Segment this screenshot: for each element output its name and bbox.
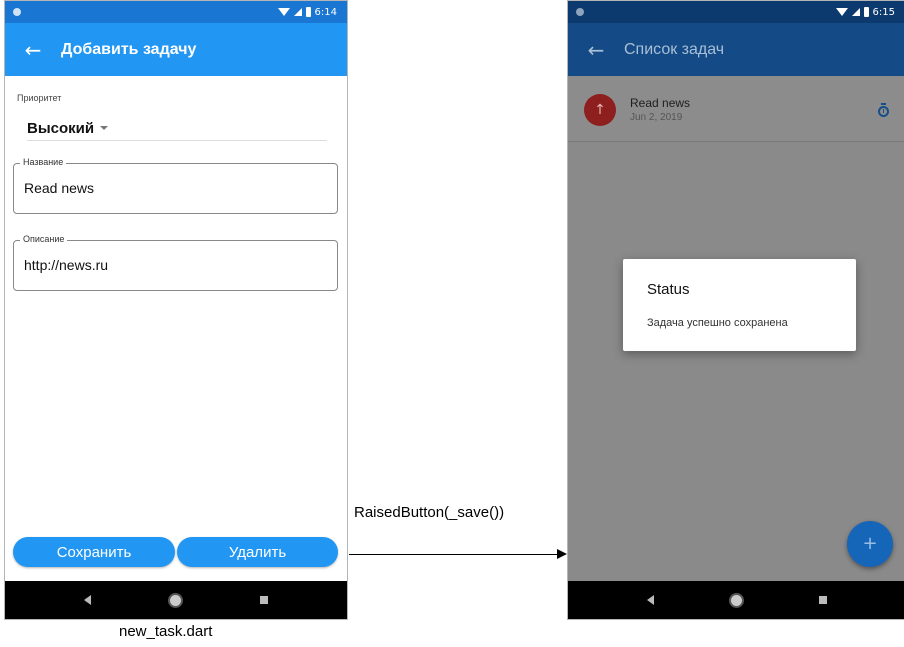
signal-icon	[851, 8, 860, 16]
timer-icon[interactable]	[878, 103, 889, 117]
add-task-fab[interactable]: +	[847, 521, 893, 567]
app-bar: ← Добавить задачу	[5, 23, 347, 76]
back-arrow-icon[interactable]: ←	[568, 38, 624, 62]
status-dialog: Status Задача успешно сохранена	[623, 259, 856, 351]
status-bar: 6:15	[568, 1, 904, 23]
battery-icon	[863, 7, 869, 17]
page-title: Добавить задачу	[61, 40, 197, 58]
status-time: 6:15	[872, 6, 895, 18]
task-title: Read news	[630, 96, 691, 110]
battery-icon	[305, 7, 311, 17]
task-list-item[interactable]: ↑ Read news Jun 2, 2019	[568, 77, 904, 142]
dialog-title: Status	[647, 281, 690, 298]
file-caption: new_task.dart	[119, 623, 213, 640]
task-name-label: Название	[20, 157, 67, 167]
arrow-head-icon	[557, 549, 567, 559]
wifi-icon	[835, 8, 848, 16]
task-list-screen: 6:15 ← Список задач ↑ Read news Jun 2, 2…	[567, 0, 904, 620]
priority-label: Приоритет	[17, 93, 62, 103]
status-time: 6:14	[314, 6, 337, 18]
delete-button[interactable]: Удалить	[177, 537, 338, 567]
task-description-label: Описание	[20, 234, 68, 244]
system-nav-bar	[5, 581, 347, 619]
new-task-screen: 6:14 ← Добавить задачу Приоритет Высокий…	[4, 0, 348, 620]
arrow-label: RaisedButton(_save())	[354, 504, 505, 521]
app-bar: ← Список задач	[568, 23, 904, 76]
notification-dot-icon	[576, 8, 584, 16]
nav-recents-icon[interactable]	[818, 596, 827, 604]
task-name-value: Read news	[24, 180, 95, 196]
transition-arrow	[349, 554, 557, 555]
task-name-field[interactable]: Название Read news	[13, 157, 338, 214]
back-arrow-icon[interactable]: ←	[5, 38, 61, 62]
task-date: Jun 2, 2019	[630, 112, 683, 123]
nav-recents-icon[interactable]	[259, 596, 268, 604]
page-title: Список задач	[624, 40, 725, 58]
nav-back-icon[interactable]	[646, 595, 654, 605]
nav-back-icon[interactable]	[84, 595, 92, 605]
nav-home-icon[interactable]	[730, 594, 742, 606]
priority-dropdown[interactable]: Высокий	[27, 116, 327, 141]
task-description-field[interactable]: Описание http://news.ru	[13, 234, 338, 291]
wifi-icon	[277, 8, 290, 16]
save-button[interactable]: Сохранить	[13, 537, 175, 567]
status-bar: 6:14	[5, 1, 347, 23]
notification-dot-icon	[13, 8, 21, 16]
system-nav-bar	[568, 581, 904, 619]
dialog-message: Задача успешно сохранена	[647, 317, 788, 329]
nav-home-icon[interactable]	[169, 594, 181, 606]
signal-icon	[293, 8, 302, 16]
priority-value: Высокий	[27, 119, 95, 137]
task-description-value: http://news.ru	[24, 257, 109, 273]
dropdown-caret-icon	[100, 126, 109, 130]
priority-up-arrow-icon: ↑	[584, 94, 616, 126]
